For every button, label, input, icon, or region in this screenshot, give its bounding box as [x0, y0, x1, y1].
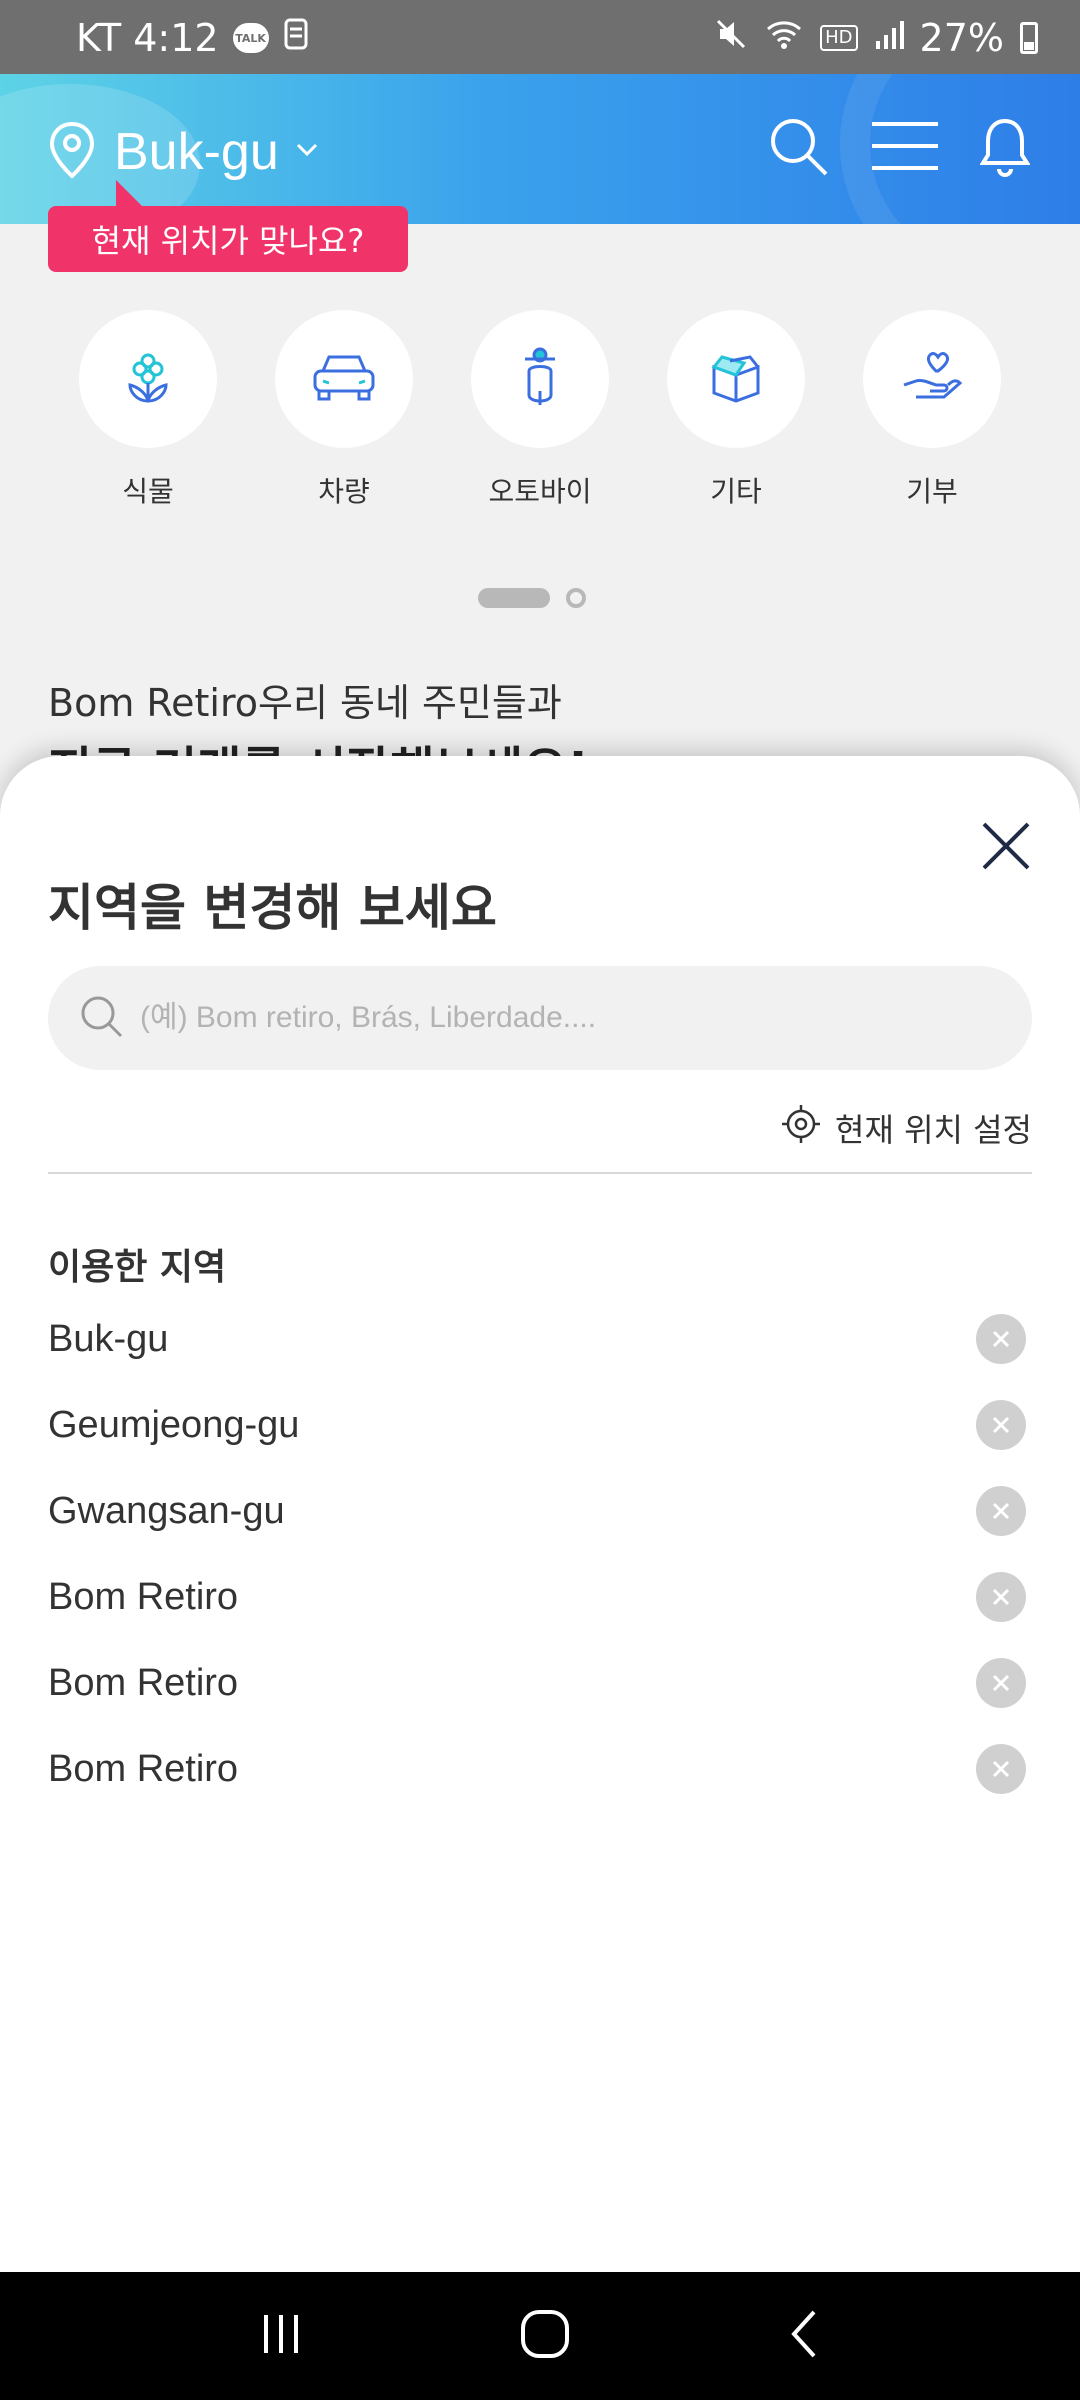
- location-change-sheet: 지역을 변경해 보세요 현재 위치 설정 이용한 지역 Buk-gu Geumj…: [0, 756, 1080, 2272]
- list-item[interactable]: Gwangsan-gu: [48, 1468, 1032, 1554]
- remove-location-button[interactable]: [976, 1744, 1026, 1794]
- car-icon: [309, 349, 379, 409]
- list-item[interactable]: Bom Retiro: [48, 1554, 1032, 1640]
- menu-icon[interactable]: [870, 118, 940, 178]
- plant-icon: [118, 347, 178, 411]
- search-icon: [78, 993, 124, 1043]
- list-item[interactable]: Geumjeong-gu: [48, 1382, 1032, 1468]
- signal-icon: [874, 16, 904, 60]
- scooter-icon: [515, 345, 565, 413]
- bell-icon[interactable]: [979, 115, 1031, 181]
- close-icon: [992, 1330, 1010, 1348]
- category-circle: [667, 310, 805, 448]
- carrier-time: KT 4:12: [76, 16, 219, 60]
- category-label: 차량: [318, 475, 370, 508]
- category-donation[interactable]: 기부: [852, 310, 1012, 510]
- kakaotalk-icon: TALK: [232, 23, 269, 53]
- category-etc[interactable]: 기타: [656, 310, 816, 510]
- category-row: 식물 차량 오토바이 기타 기부: [0, 310, 1080, 510]
- category-label: 기부: [906, 475, 958, 508]
- hd-indicator: HD: [820, 25, 858, 51]
- location-search-input[interactable]: [140, 1001, 1000, 1035]
- recent-location-name: Bom Retiro: [48, 1747, 239, 1790]
- search-icon[interactable]: [766, 114, 830, 182]
- recent-location-name: Bom Retiro: [48, 1661, 239, 1704]
- current-location-name: Buk-gu: [114, 123, 279, 181]
- category-label: 기타: [710, 475, 762, 508]
- list-item[interactable]: Bom Retiro: [48, 1726, 1032, 1812]
- close-icon: [992, 1760, 1010, 1778]
- set-current-location-label: 현재 위치 설정: [835, 1111, 1032, 1149]
- status-right: HD 27%: [714, 16, 1038, 60]
- close-icon: [992, 1416, 1010, 1434]
- recent-location-name: Gwangsan-gu: [48, 1489, 285, 1532]
- remove-location-button[interactable]: [976, 1658, 1026, 1708]
- list-item[interactable]: Bom Retiro: [48, 1640, 1032, 1726]
- location-search-box[interactable]: [48, 966, 1032, 1070]
- recent-location-name: Buk-gu: [48, 1317, 169, 1360]
- category-circle: [863, 310, 1001, 448]
- close-icon: [992, 1674, 1010, 1692]
- category-plant[interactable]: 식물: [68, 310, 228, 510]
- back-icon[interactable]: [784, 2306, 824, 2366]
- list-item[interactable]: Buk-gu: [48, 1296, 1032, 1382]
- crosshair-icon: [781, 1104, 821, 1152]
- mute-icon: [714, 16, 748, 60]
- category-label: 오토바이: [488, 475, 592, 508]
- location-confirm-tooltip[interactable]: 현재 위치가 맞나요?: [48, 180, 408, 272]
- chevron-down-icon: [295, 142, 319, 162]
- set-current-location-button[interactable]: 현재 위치 설정: [781, 1104, 1032, 1152]
- battery-icon: [1020, 22, 1038, 54]
- battery-percent: 27%: [919, 16, 1004, 60]
- divider: [48, 1172, 1032, 1174]
- sheet-title: 지역을 변경해 보세요: [48, 879, 497, 937]
- remove-location-button[interactable]: [976, 1486, 1026, 1536]
- recent-location-name: Bom Retiro: [48, 1575, 239, 1618]
- status-bar: KT 4:12 TALK HD 27%: [0, 0, 1080, 74]
- category-car[interactable]: 차량: [264, 310, 424, 510]
- remove-location-button[interactable]: [976, 1572, 1026, 1622]
- recent-location-name: Geumjeong-gu: [48, 1403, 300, 1446]
- recent-locations-list: Buk-gu Geumjeong-gu Gwangsan-gu Bom Reti…: [48, 1296, 1032, 1812]
- notification-icon: [283, 16, 309, 60]
- category-circle: [275, 310, 413, 448]
- pager-active-dot[interactable]: [478, 588, 550, 608]
- close-icon: [992, 1588, 1010, 1606]
- remove-location-button[interactable]: [976, 1400, 1026, 1450]
- category-circle: [471, 310, 609, 448]
- close-icon: [992, 1502, 1010, 1520]
- status-left: KT 4:12 TALK: [76, 16, 309, 60]
- recent-apps-icon[interactable]: [256, 2309, 306, 2363]
- category-label: 식물: [122, 475, 174, 508]
- map-pin-icon: [46, 120, 98, 184]
- home-icon[interactable]: [517, 2306, 573, 2366]
- box-icon: [706, 349, 766, 409]
- category-scooter[interactable]: 오토바이: [460, 310, 620, 510]
- category-circle: [79, 310, 217, 448]
- app-header: Buk-gu: [0, 74, 1080, 224]
- remove-location-button[interactable]: [976, 1314, 1026, 1364]
- close-icon[interactable]: [978, 818, 1034, 874]
- carousel-pager: [478, 588, 586, 608]
- pager-dot[interactable]: [566, 588, 586, 608]
- system-nav-bar: [0, 2272, 1080, 2400]
- header-actions: [766, 114, 1031, 182]
- donation-icon: [900, 349, 964, 409]
- promo-subtitle: Bom Retiro우리 동네 주민들과: [48, 681, 562, 725]
- recent-locations-heading: 이용한 지역: [48, 1247, 227, 1288]
- location-selector[interactable]: Buk-gu: [46, 120, 319, 184]
- wifi-icon: [764, 16, 804, 60]
